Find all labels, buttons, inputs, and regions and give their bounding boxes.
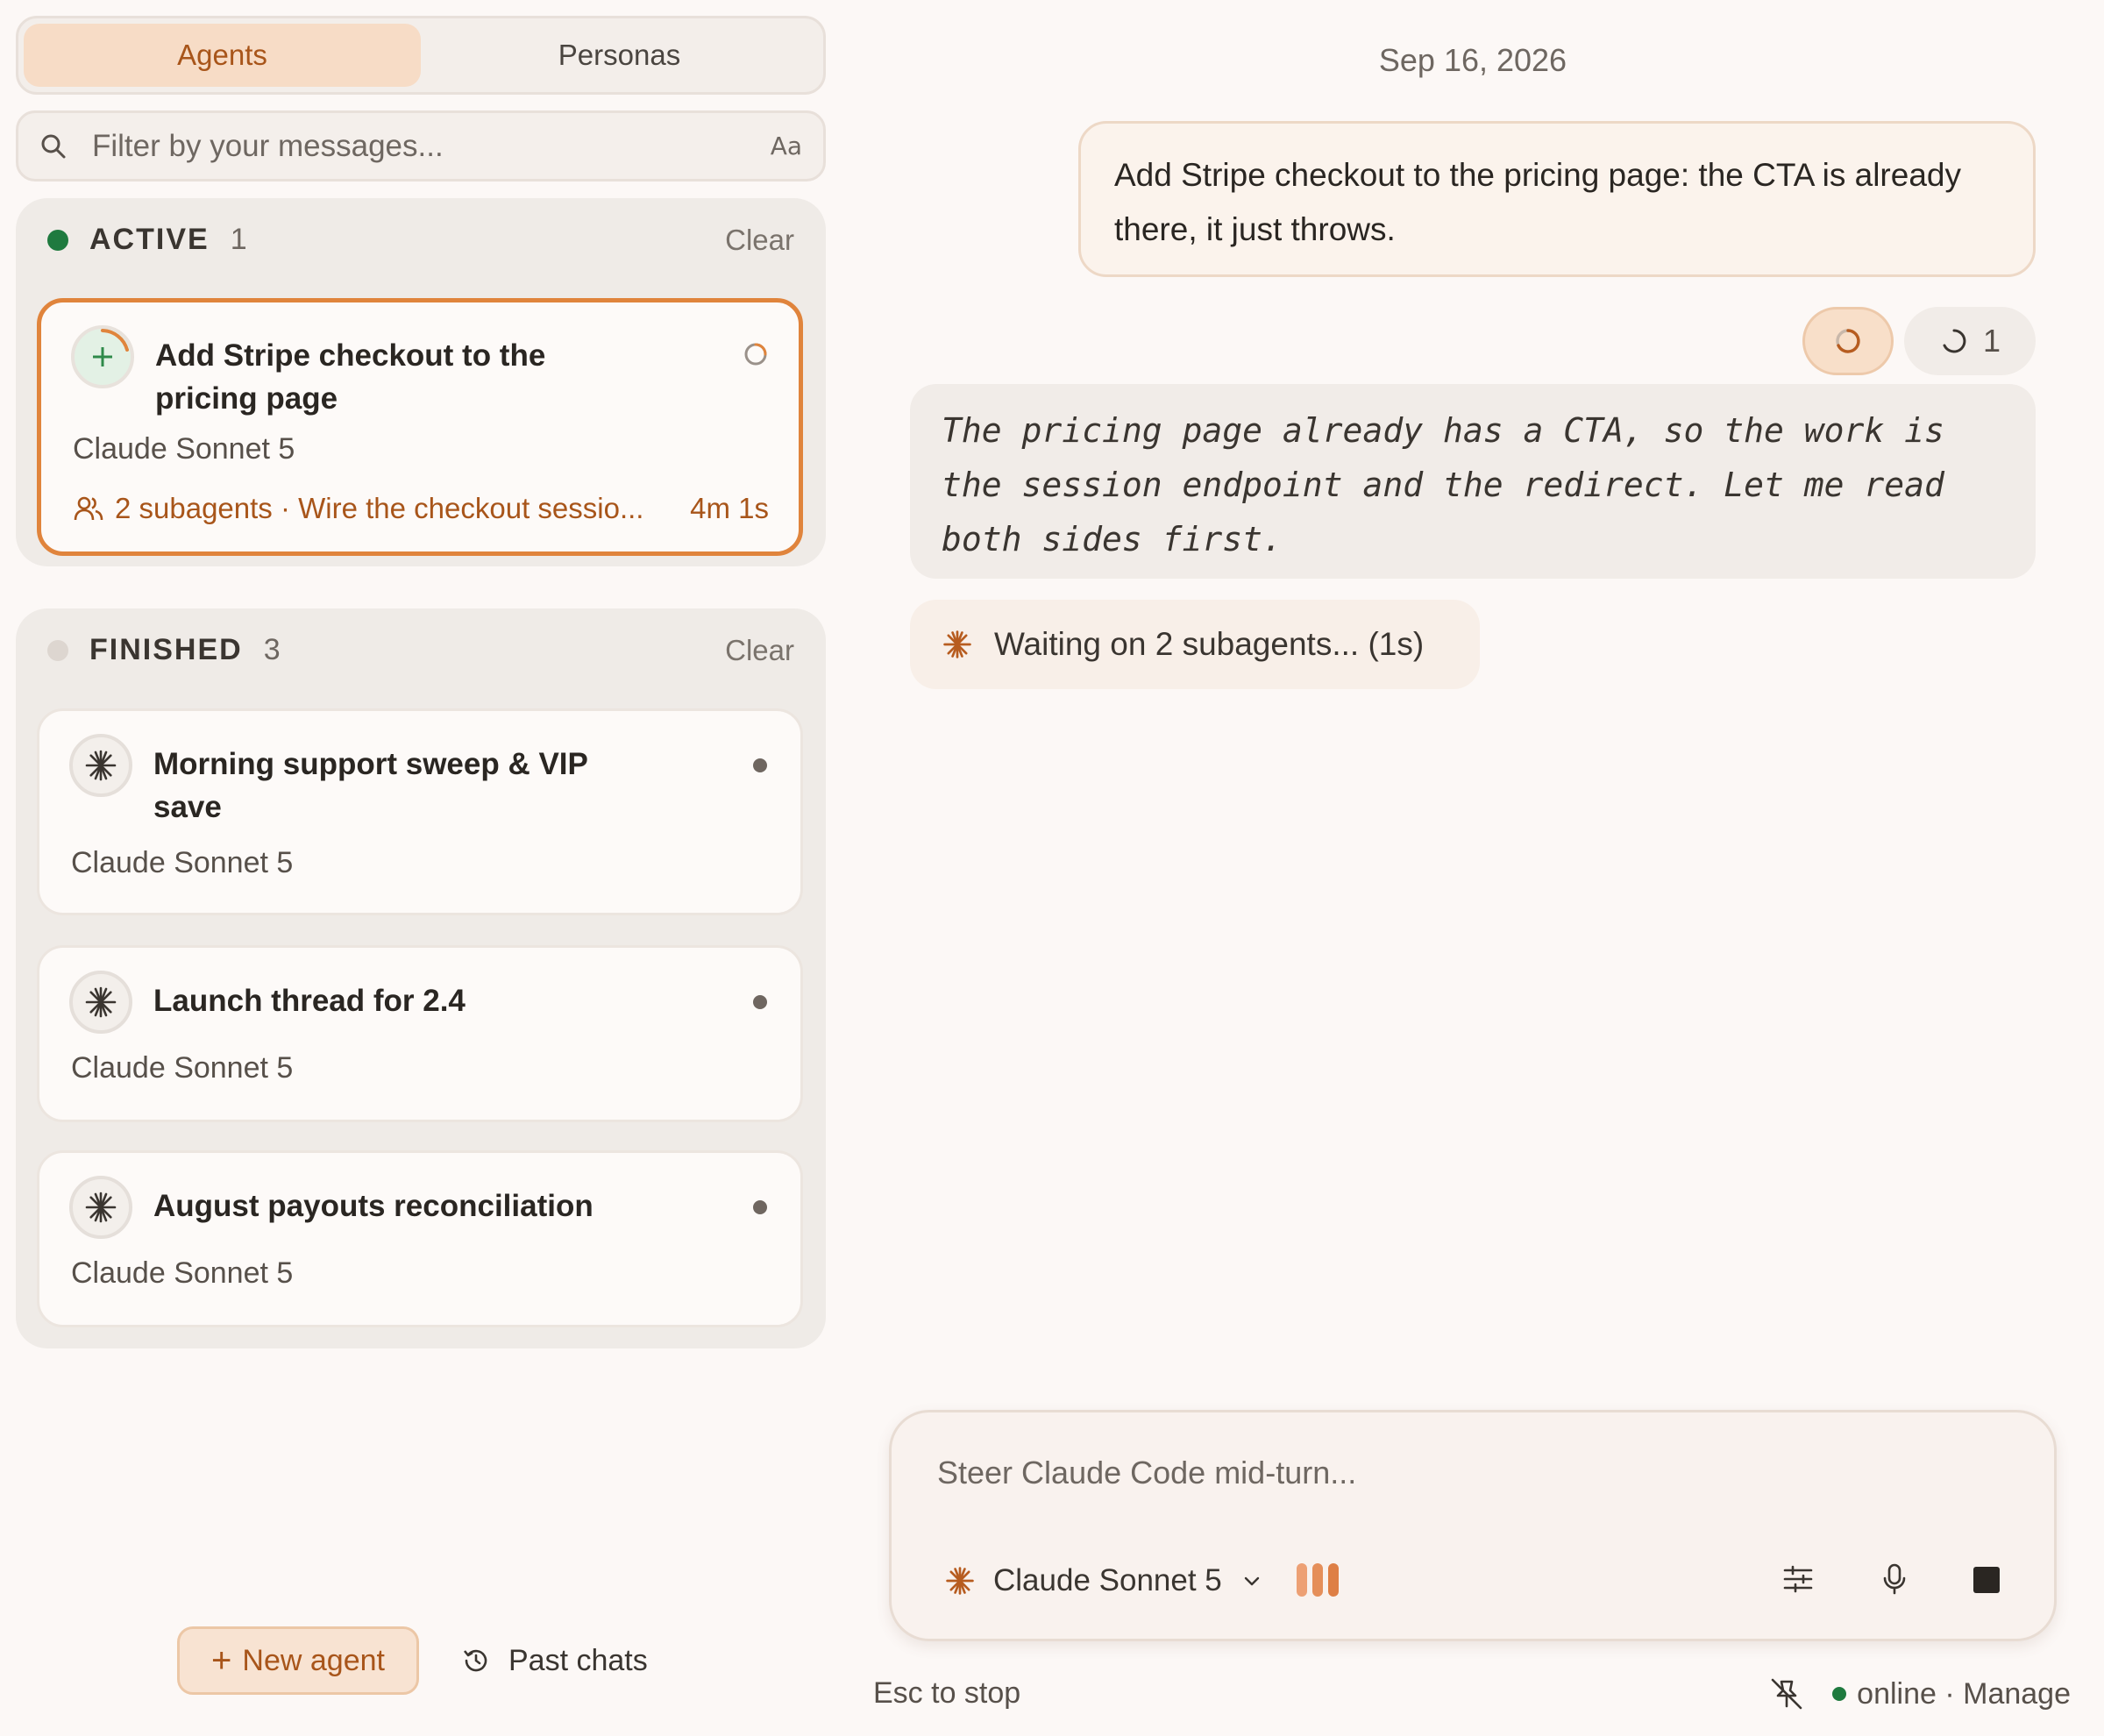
- active-status-dot: [47, 229, 68, 251]
- waiting-status: Waiting on 2 subagents... (1s): [910, 600, 1480, 689]
- status-dot: [753, 1200, 767, 1214]
- agent-card-finished[interactable]: Morning support sweep & VIP save Claude …: [37, 708, 803, 915]
- status-dot: [753, 758, 767, 772]
- loading-spinner-icon: [1943, 329, 1966, 353]
- model-selector[interactable]: Claude Sonnet 5: [944, 1555, 1266, 1607]
- agent-card-model: Claude Sonnet 5: [73, 432, 295, 466]
- loading-spinner-icon: [744, 343, 767, 366]
- asterisk-icon: [69, 734, 132, 797]
- asterisk-icon: [69, 1176, 132, 1239]
- effort-bar: [1297, 1563, 1307, 1597]
- settings-sliders-icon[interactable]: [1779, 1560, 1817, 1598]
- stop-hint: Esc to stop: [873, 1676, 1021, 1710]
- new-agent-label: New agent: [242, 1643, 385, 1677]
- agent-card-active[interactable]: Add Stripe checkout to the pricing page …: [37, 298, 803, 556]
- active-group: ACTIVE 1 Clear Add Stripe checkout to th…: [16, 198, 826, 566]
- history-icon: [461, 1645, 493, 1676]
- agent-card-finished[interactable]: Launch thread for 2.4 Claude Sonnet 5: [37, 945, 803, 1122]
- agent-card-model: Claude Sonnet 5: [71, 846, 294, 879]
- agent-card-title: August payouts reconciliation: [153, 1189, 594, 1223]
- agent-card-model: Claude Sonnet 5: [71, 1051, 294, 1085]
- stop-button[interactable]: [1973, 1567, 2000, 1593]
- assistant-thinking: The pricing page already has a CTA, so t…: [910, 384, 2036, 579]
- match-case-toggle[interactable]: Aa: [771, 132, 802, 160]
- subagent-count-pill[interactable]: 1: [1904, 307, 2036, 375]
- effort-level-indicator[interactable]: [1297, 1563, 1339, 1597]
- waiting-text: Waiting on 2 subagents... (1s): [994, 626, 1425, 662]
- filter-placeholder: Filter by your messages...: [92, 128, 444, 163]
- model-selector-label: Claude Sonnet 5: [993, 1563, 1222, 1597]
- finished-status-dot: [47, 639, 68, 661]
- asterisk-icon: [69, 971, 132, 1034]
- online-dot: [1832, 1687, 1847, 1701]
- active-clear-button[interactable]: Clear: [725, 224, 794, 257]
- agent-card-finished[interactable]: August payouts reconciliation Claude Son…: [37, 1150, 803, 1327]
- plus-icon: +: [211, 1641, 232, 1680]
- active-group-count: 1: [230, 223, 247, 256]
- tab-agents[interactable]: Agents: [24, 24, 421, 87]
- past-chats-button[interactable]: Past chats: [461, 1644, 648, 1678]
- asterisk-icon: [942, 629, 973, 660]
- connection-status: online · Manage: [1769, 1675, 2071, 1713]
- finished-group-title: FINISHED: [89, 633, 243, 666]
- sidebar-actions: + New agent Past chats: [177, 1626, 648, 1696]
- sidebar-tabs: Agents Personas: [16, 16, 826, 95]
- online-status-text[interactable]: online · Manage: [1857, 1677, 2071, 1711]
- finished-clear-button[interactable]: Clear: [725, 634, 794, 667]
- active-task-pill[interactable]: [1802, 307, 1894, 375]
- agent-card-title: Add Stripe checkout to the pricing page: [155, 338, 546, 416]
- composer-input[interactable]: Steer Claude Code mid-turn...: [937, 1455, 1356, 1491]
- search-icon: [39, 131, 71, 162]
- agent-card-title: Launch thread for 2.4: [153, 984, 466, 1018]
- active-group-title: ACTIVE: [89, 223, 210, 256]
- agent-card-title: Morning support sweep & VIP save: [153, 747, 588, 824]
- subagents-row: 2 subagents · Wire the checkout sessio..…: [73, 487, 769, 530]
- users-icon: [73, 492, 106, 525]
- finished-group: FINISHED 3 Clear Morning support sweep &…: [16, 608, 826, 1348]
- finished-group-count: 3: [263, 633, 281, 666]
- subagents-summary: 2 subagents · Wire the checkout sessio..…: [115, 492, 644, 524]
- loading-spinner-icon: [1836, 329, 1860, 353]
- user-message: Add Stripe checkout to the pricing page:…: [1078, 121, 2036, 277]
- subagent-count: 1: [1982, 323, 2001, 359]
- pin-off-icon[interactable]: [1769, 1676, 1804, 1711]
- effort-bar: [1328, 1563, 1339, 1597]
- active-group-header: ACTIVE 1 Clear: [16, 198, 826, 281]
- agent-card-model: Claude Sonnet 5: [71, 1256, 294, 1290]
- chevron-down-icon: [1241, 1569, 1266, 1593]
- elapsed-time: 4m 1s: [690, 492, 769, 524]
- finished-group-header: FINISHED 3 Clear: [16, 608, 826, 692]
- status-dot: [753, 995, 767, 1009]
- tab-personas[interactable]: Personas: [421, 24, 818, 87]
- past-chats-label: Past chats: [508, 1643, 648, 1677]
- microphone-icon[interactable]: [1875, 1560, 1914, 1598]
- asterisk-icon: [944, 1565, 976, 1597]
- sidebar: Agents Personas Filter by your messages.…: [16, 16, 826, 1720]
- plus-icon: [71, 325, 134, 388]
- filter-input[interactable]: Filter by your messages... Aa: [16, 110, 826, 181]
- composer[interactable]: Steer Claude Code mid-turn... Claude Son…: [889, 1410, 2057, 1641]
- effort-bar: [1312, 1563, 1323, 1597]
- new-agent-button[interactable]: + New agent: [177, 1626, 419, 1695]
- conversation-date: Sep 16, 2026: [1378, 42, 1567, 78]
